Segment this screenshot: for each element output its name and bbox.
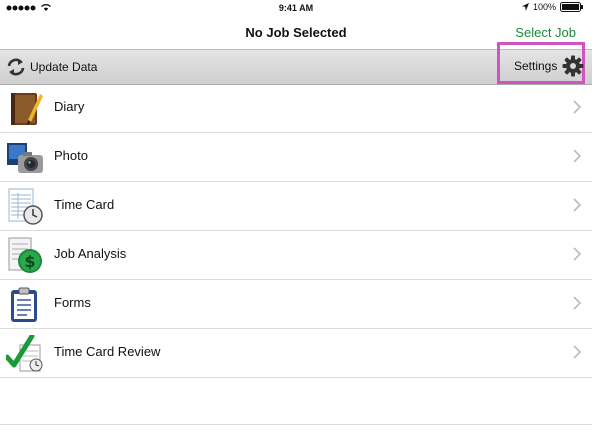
- status-right: 100%: [521, 2, 584, 12]
- list-item-time-card-review[interactable]: Time Card Review: [0, 329, 592, 378]
- chevron-right-icon: [573, 296, 582, 310]
- battery-icon: [560, 2, 583, 12]
- chevron-right-icon: [573, 247, 582, 261]
- timecard-icon: [8, 188, 43, 225]
- list-item-label: Photo: [54, 148, 88, 163]
- list-item-label: Time Card: [54, 197, 115, 212]
- list-item-forms[interactable]: Forms: [0, 280, 592, 329]
- chevron-right-icon: [573, 100, 582, 114]
- dollar-icon: $: [8, 237, 42, 273]
- refresh-icon: [7, 58, 25, 76]
- camera-icon: [7, 143, 43, 173]
- page-title: No Job Selected: [245, 25, 347, 40]
- update-data-label: Update Data: [30, 60, 98, 74]
- divider: [0, 424, 592, 425]
- battery-percent: 100%: [532, 2, 556, 12]
- settings-label: Settings: [514, 59, 558, 73]
- feature-list: Diary Photo Time Card $ Job Analysis For…: [0, 84, 592, 378]
- status-bar: 9:41 AM 100%: [0, 0, 592, 18]
- list-item-label: Job Analysis: [54, 246, 127, 261]
- checkmark-icon: [6, 335, 43, 372]
- settings-button[interactable]: Settings: [514, 55, 584, 77]
- list-item-label: Time Card Review: [54, 344, 161, 359]
- list-item-time-card[interactable]: Time Card: [0, 182, 592, 231]
- gear-icon: [562, 55, 584, 77]
- chevron-right-icon: [573, 149, 582, 163]
- chevron-right-icon: [573, 345, 582, 359]
- list-item-label: Forms: [54, 295, 91, 310]
- list-item-label: Diary: [54, 99, 85, 114]
- location-icon: [521, 3, 529, 11]
- clipboard-icon: [11, 287, 37, 322]
- list-item-photo[interactable]: Photo: [0, 133, 592, 182]
- list-item-diary[interactable]: Diary: [0, 84, 592, 133]
- svg-text:$: $: [24, 252, 35, 271]
- list-item-job-analysis[interactable]: $ Job Analysis: [0, 231, 592, 280]
- select-job-button[interactable]: Select Job: [515, 25, 576, 40]
- update-data-button[interactable]: Update Data: [6, 57, 97, 77]
- chevron-right-icon: [573, 198, 582, 212]
- diary-icon: [11, 93, 43, 125]
- status-time: 9:41 AM: [278, 3, 314, 13]
